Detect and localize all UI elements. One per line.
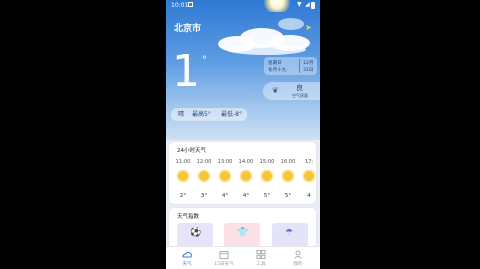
sun-icon — [283, 171, 293, 181]
location-arrow-icon[interactable]: ➤ — [305, 23, 312, 32]
signal-icon: ◢ — [305, 1, 310, 8]
battery-icon — [311, 2, 315, 9]
current-temperature: 1 — [172, 46, 200, 97]
clothing-icon: 👕 — [237, 228, 249, 238]
hour-temp: 5° — [263, 193, 271, 199]
profile-tab-icon — [294, 250, 302, 259]
condition: 晴 — [178, 111, 185, 118]
weather-tab-icon — [182, 251, 192, 258]
weather-summary: 晴 最高5° 最低-8° — [171, 108, 247, 121]
tab-15day[interactable]: 15日天气 — [209, 247, 239, 269]
air-quality-pill[interactable]: ❦ 良 空气质量 — [263, 82, 320, 100]
city-name[interactable]: 北京市 — [174, 21, 201, 34]
tab-label: 我的 — [293, 262, 303, 267]
hour-time: 15:00 — [259, 159, 275, 165]
tab-label: 15日天气 — [214, 262, 234, 267]
sun-icon — [199, 171, 209, 181]
hour-temp: 4 — [307, 193, 311, 199]
weekday: 星期日 — [268, 61, 282, 66]
sun-icon — [220, 171, 230, 181]
app-screen: 北京市 ➤ 1 ° 星期日 冬月十九 12月 31日 ❦ 良 空气质量 晴 最高… — [166, 0, 320, 269]
tab-label: 天气 — [182, 262, 192, 267]
hour-time: 13:00 — [217, 159, 233, 165]
notification-icon — [188, 2, 193, 7]
air-quality-level: 良 — [296, 84, 303, 92]
high-temp: 最高5° — [192, 111, 211, 118]
hour-time: 11:00 — [175, 159, 191, 165]
tab-weather[interactable]: 天气 — [172, 247, 202, 269]
index-title: 天气指数 — [177, 214, 200, 220]
hour-time: 16:00 — [280, 159, 296, 165]
status-bar: 10:01 ▼ ◢ — [0, 0, 480, 11]
index-tile-clothing[interactable]: 👕 — [224, 223, 260, 247]
wifi-icon: ▼ — [297, 1, 302, 8]
tab-tools[interactable]: 工具 — [246, 247, 276, 269]
umbrella-icon: ☂ — [285, 228, 294, 238]
low-temp: 最低-8° — [221, 111, 242, 118]
hour-temp: 5° — [284, 193, 292, 199]
hour-time: 12:00 — [196, 159, 212, 165]
weather-index-card: 天气指数 ⚽ 👕 ☂ — [169, 208, 316, 248]
index-tile-umbrella[interactable]: ☂ — [272, 223, 308, 247]
hourly-forecast-card[interactable]: 24小时天气 11:00 2° 12:00 3° 13:00 4° 14:00 4° 15:00… — [169, 142, 316, 204]
hour-temp: 4° — [242, 193, 250, 199]
hour-temp: 2° — [179, 193, 187, 199]
hour-temp: 4° — [221, 193, 229, 199]
cloud-decoration — [226, 44, 306, 55]
hour-temp: 3° — [200, 193, 208, 199]
degree-symbol: ° — [202, 55, 207, 66]
date-info: 星期日 冬月十九 12月 31日 — [264, 57, 317, 75]
day: 31日 — [303, 68, 314, 73]
bottom-tab-bar: 天气 15日天气 工具 我的 — [166, 246, 320, 269]
sun-icon — [262, 171, 272, 181]
air-quality-label: 空气质量 — [292, 93, 308, 98]
status-time: 10:01 — [171, 2, 189, 9]
cloud-decoration — [278, 18, 304, 30]
divider — [299, 59, 300, 73]
sun-icon — [241, 171, 251, 181]
sun-icon — [178, 171, 188, 181]
hour-time: 17: — [304, 159, 314, 165]
leaf-icon: ❦ — [272, 86, 279, 95]
hour-time: 14:00 — [238, 159, 254, 165]
sport-icon: ⚽ — [190, 228, 202, 238]
month: 12月 — [303, 61, 314, 66]
hourly-title: 24小时天气 — [177, 148, 206, 154]
calendar-tab-icon — [219, 251, 229, 259]
lunar-date: 冬月十九 — [268, 68, 287, 73]
tools-tab-icon — [256, 250, 266, 259]
tab-label: 工具 — [256, 262, 266, 267]
sun-icon — [304, 171, 314, 181]
weather-hero: 北京市 ➤ 1 ° 星期日 冬月十九 12月 31日 ❦ 良 空气质量 晴 最高… — [166, 0, 320, 140]
tab-profile[interactable]: 我的 — [283, 247, 313, 269]
index-tile-sport[interactable]: ⚽ — [177, 223, 213, 247]
